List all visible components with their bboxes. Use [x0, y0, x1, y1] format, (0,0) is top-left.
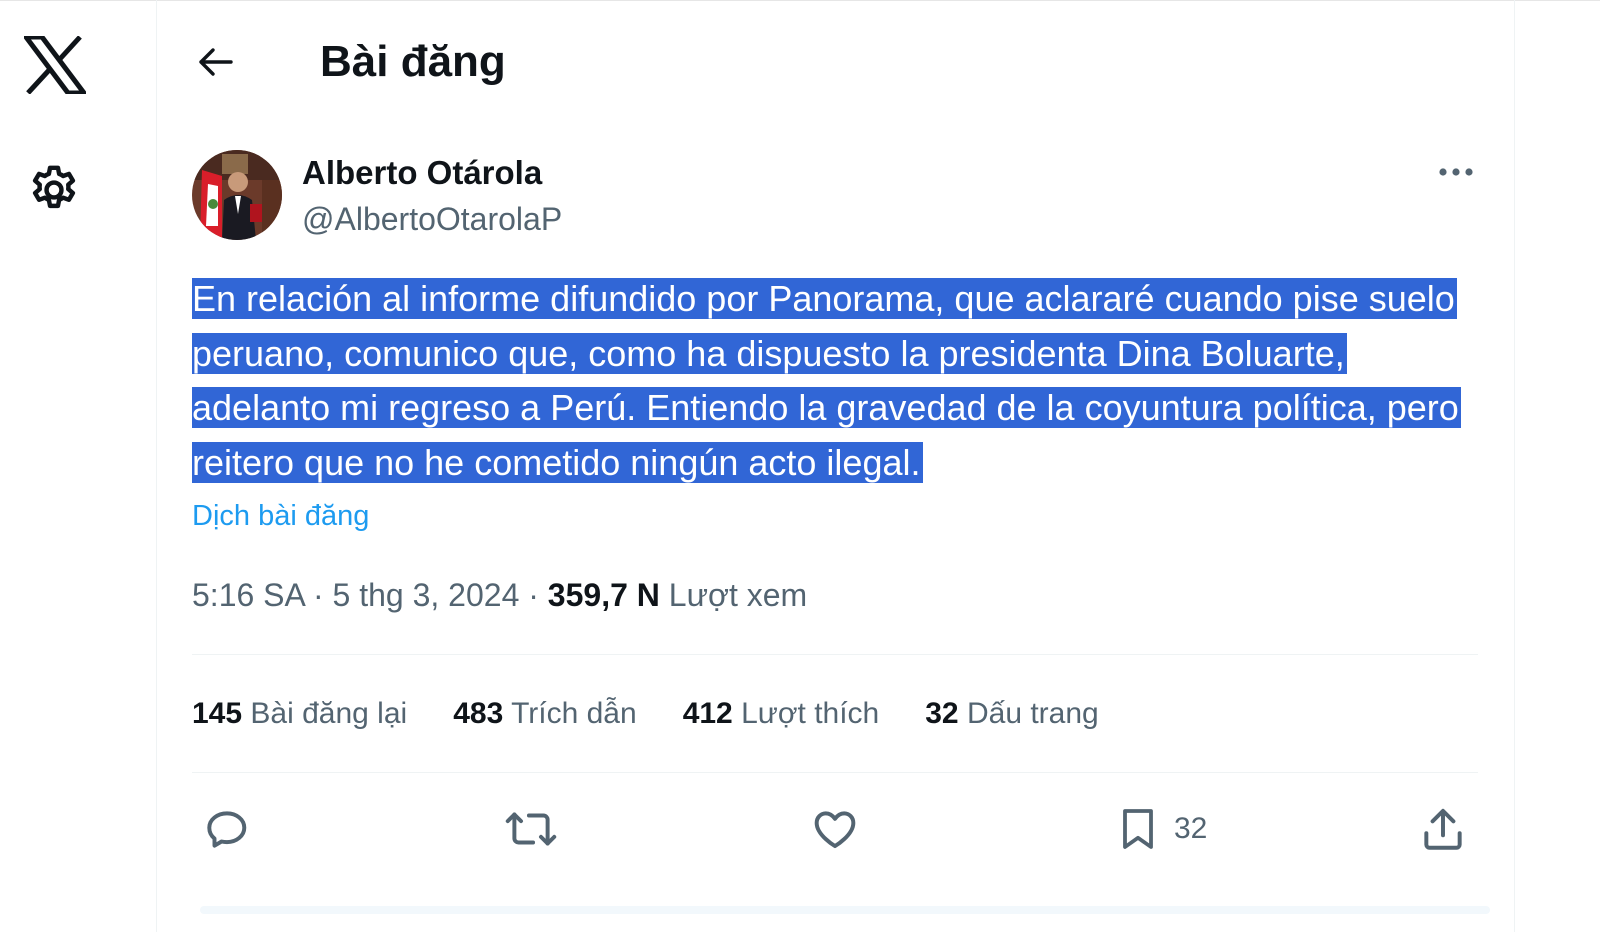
- author-name[interactable]: Alberto Otárola: [302, 153, 542, 193]
- post-time[interactable]: 5:16 SA: [192, 577, 304, 613]
- reply-icon: [207, 811, 247, 848]
- stat-label: Lượt thích: [741, 697, 880, 730]
- stat-count: 145: [192, 697, 243, 730]
- share-button[interactable]: [1418, 802, 1468, 856]
- post-text: En relación al informe difundido por Pan…: [192, 272, 1492, 490]
- stat-label: Bài đăng lại: [250, 697, 408, 730]
- gear-icon[interactable]: [26, 162, 82, 218]
- post-text-selection: En relación al informe difundido por Pan…: [192, 278, 1461, 483]
- bookmark-button[interactable]: 32: [1114, 802, 1207, 856]
- avatar[interactable]: [192, 150, 282, 240]
- stat-likes[interactable]: 412 Lượt thích: [683, 694, 880, 734]
- stat-count: 412: [682, 697, 733, 730]
- views-label: Lượt xem: [668, 577, 808, 613]
- stat-reposts[interactable]: 145 Bài đăng lại: [192, 694, 407, 734]
- stat-count: 483: [453, 697, 504, 730]
- main-right-border: [1514, 0, 1515, 932]
- more-options-button[interactable]: [1426, 152, 1486, 192]
- stat-label: Trích dẫn: [511, 697, 637, 730]
- page-title: Bài đăng: [320, 37, 506, 86]
- post-stats: 145 Bài đăng lại 483 Trích dẫn 412 Lượt …: [192, 694, 1099, 734]
- reply-button[interactable]: [202, 802, 252, 856]
- more-dots-icon: [1439, 168, 1473, 176]
- heart-icon: [814, 811, 856, 849]
- meta-separator: ·: [312, 577, 324, 613]
- arrow-left-icon: [199, 48, 233, 76]
- x-logo-icon[interactable]: [21, 34, 89, 96]
- repost-button[interactable]: [504, 802, 558, 856]
- top-border: [0, 0, 1600, 1]
- stat-count: 32: [925, 697, 959, 730]
- views-count: 359,7 N: [547, 577, 660, 613]
- bookmark-icon: [1123, 809, 1153, 849]
- post-meta: 5:16 SA · 5 thg 3, 2024 · 359,7 N Lượt x…: [192, 575, 807, 615]
- translate-post-link[interactable]: Dịch bài đăng: [192, 498, 369, 534]
- stat-label: Dấu trang: [966, 697, 1099, 730]
- stat-bookmarks[interactable]: 32 Dấu trang: [925, 694, 1098, 734]
- page: Bài đăng Alberto Otárola @AlbertoOtarola…: [0, 0, 1600, 932]
- post-date[interactable]: 5 thg 3, 2024: [333, 577, 520, 613]
- stat-quotes[interactable]: 483 Trích dẫn: [453, 694, 636, 734]
- left-nav: [0, 0, 157, 932]
- meta-separator: ·: [528, 577, 539, 613]
- repost-icon: [505, 812, 557, 846]
- like-button[interactable]: [810, 802, 860, 856]
- share-icon: [1424, 808, 1462, 850]
- divider: [192, 772, 1478, 773]
- back-button[interactable]: [188, 38, 242, 86]
- divider: [192, 654, 1478, 655]
- reply-composer-edge: [200, 906, 1490, 914]
- author-handle[interactable]: @AlbertoOtarolaP: [302, 199, 562, 239]
- bookmark-count: 32: [1174, 812, 1208, 845]
